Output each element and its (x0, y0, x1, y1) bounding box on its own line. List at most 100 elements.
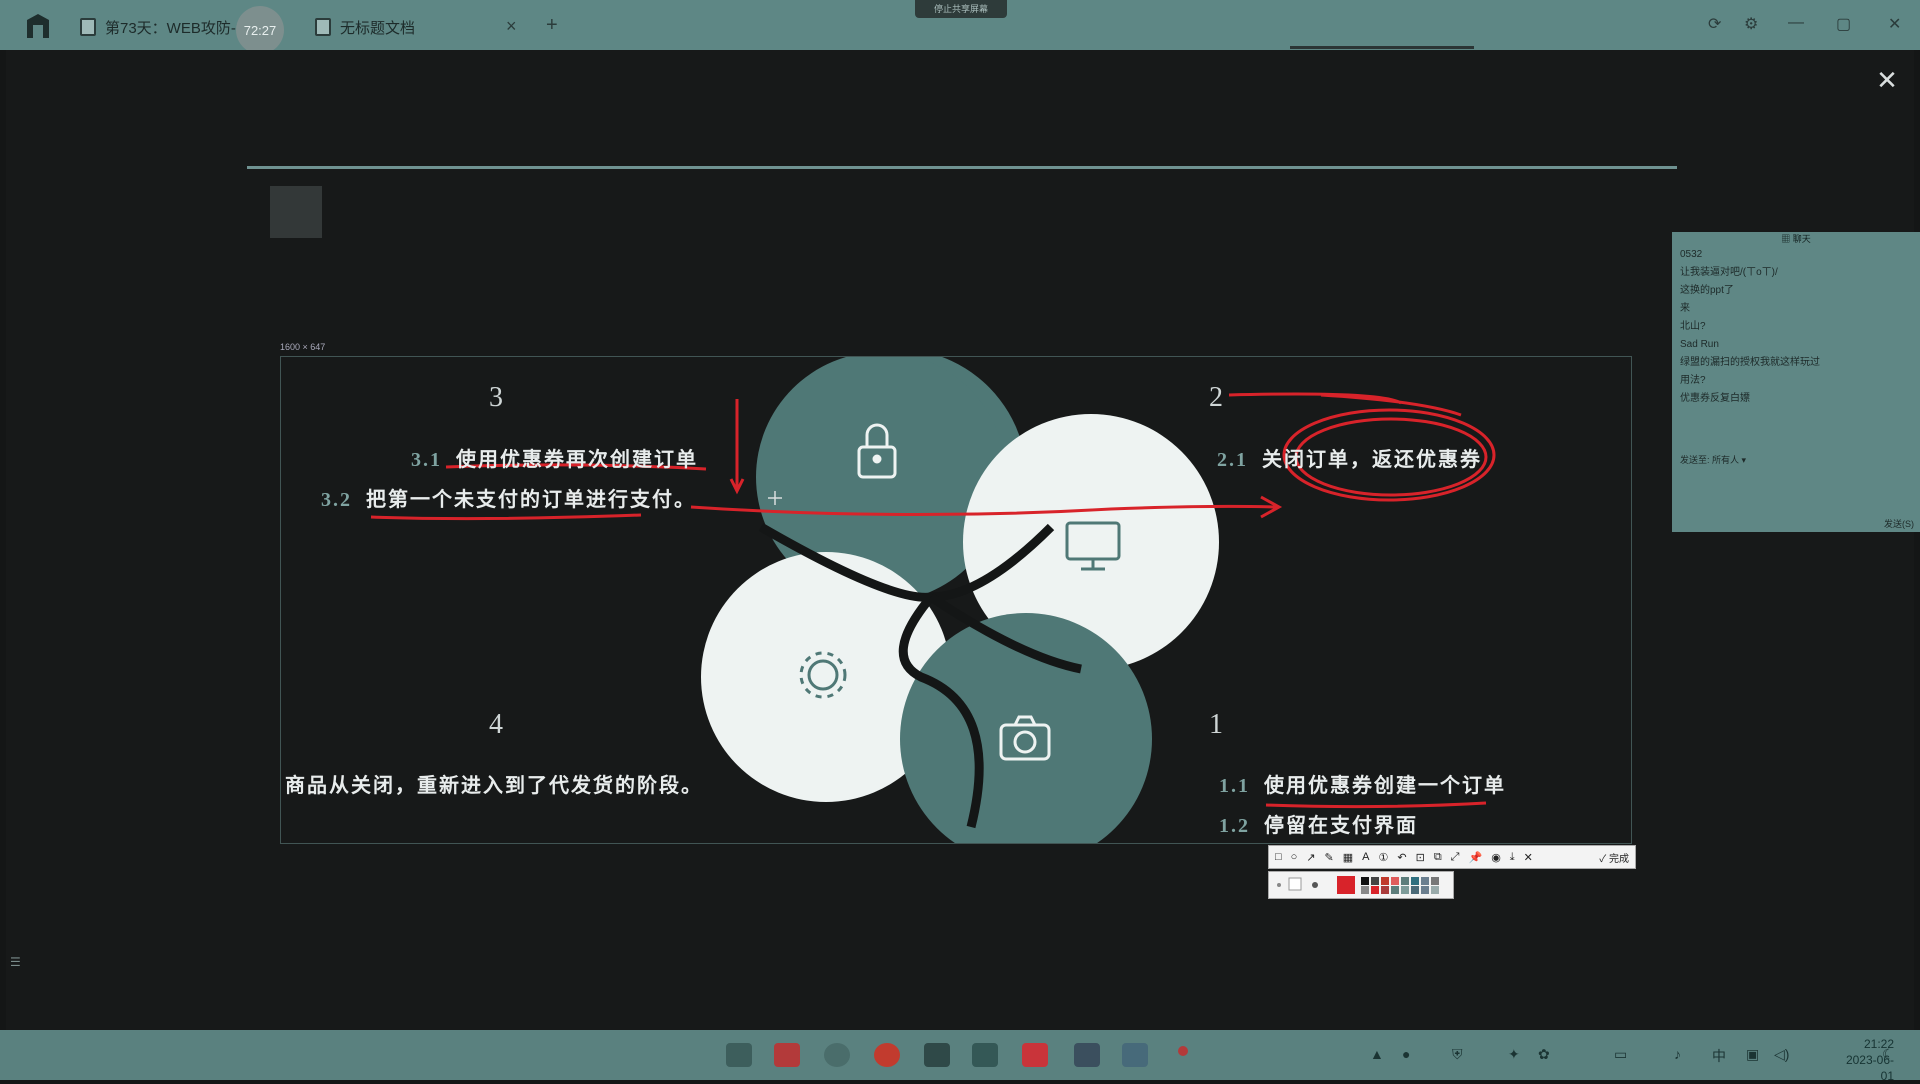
annotation-toolbar: □ ○ ↗ ✎ ▦ A ① ↶ ⊡ ⧉ ⤢ 📌 ◉ ⤓ ✕ ✓ 完成 (1268, 845, 1636, 869)
chat-message: 让我装逼对吧/(ㄒoㄒ)/ (1680, 267, 1778, 278)
tray-app-icon[interactable]: ✿ (1538, 1046, 1550, 1063)
selection-size-label: 1600 × 647 (280, 342, 326, 352)
rectangle-tool-icon[interactable]: □ (1275, 851, 1282, 863)
chat-message: 用法? (1680, 375, 1706, 386)
send-to-value: 所有人 (1712, 455, 1740, 465)
step-item: 1.2 停留在支付界面 (1219, 809, 1418, 838)
settings-icon[interactable]: ⚙ (1744, 14, 1758, 34)
meeting-app-icon[interactable] (972, 1043, 998, 1067)
chat-message: 绿盟的漏扫的授权我就这样玩过 (1680, 357, 1820, 368)
start-menu-icon[interactable] (726, 1043, 752, 1067)
network-icon[interactable]: ▣ (1746, 1046, 1759, 1063)
chrome-app-icon[interactable] (874, 1043, 900, 1067)
tab-untitled-doc[interactable]: 无标题文档 (315, 14, 415, 40)
chat-message: Sad Run (1680, 339, 1719, 350)
microphone-icon[interactable]: ♪ (1674, 1046, 1681, 1062)
step-item-number: 1.1 (1219, 775, 1250, 797)
language-icon[interactable]: 中 (1712, 1046, 1726, 1066)
tab-label: 无标题文档 (340, 19, 416, 37)
chat-message: 北山? (1680, 321, 1706, 332)
step-item-number: 3.1 (411, 449, 442, 471)
slide-thumbnail (270, 186, 322, 238)
tray-app-icon[interactable]: ▲ (1370, 1046, 1384, 1062)
minimize-icon[interactable]: — (1788, 14, 1804, 32)
browser-app-icon[interactable] (824, 1043, 850, 1067)
step-number: 4 (489, 709, 503, 740)
volume-icon[interactable]: ◁) (1774, 1046, 1789, 1063)
translate-icon[interactable]: ⧉ (1434, 851, 1442, 864)
notification-icon[interactable]: ☾ (1882, 1046, 1895, 1063)
step-item-text: 关闭订单，返还优惠券 (1262, 449, 1482, 471)
number-tool-icon[interactable]: ① (1379, 851, 1389, 864)
step-item: 1.1 使用优惠券创建一个订单 (1219, 769, 1506, 798)
record-indicator-icon (1178, 1046, 1188, 1056)
step-item-number: 2.1 (1217, 449, 1248, 471)
viewer-mode-tabs (1290, 46, 1474, 69)
chat-message: 优惠券反复白嫖 (1680, 393, 1750, 404)
ellipse-tool-icon[interactable]: ○ (1291, 851, 1298, 863)
side-menu-icon[interactable]: ☰ (10, 955, 21, 969)
text-tool-icon[interactable]: A (1362, 851, 1369, 863)
tab-bar: 第73天：WEB攻防-3 72:27 无标题文档 × + 停止共享屏幕 ⟳ ⚙ … (0, 0, 1920, 54)
close-viewer-button[interactable]: ✕ (1870, 64, 1904, 98)
slide-header-rule (247, 166, 1677, 169)
document-icon (80, 18, 96, 36)
calendar-app-icon[interactable] (774, 1043, 800, 1067)
tool-app-icon[interactable] (924, 1043, 950, 1067)
tab-course[interactable]: 第73天：WEB攻防-3 (80, 14, 244, 40)
tray-app-icon[interactable]: ● (1402, 1046, 1410, 1062)
step-item: 3.1 使用优惠券再次创建订单 (411, 443, 698, 472)
document-icon (315, 18, 331, 36)
message-icon[interactable]: ▭ (1614, 1046, 1627, 1063)
send-button[interactable]: 发送(S) (1884, 517, 1914, 530)
done-label: 完成 (1609, 853, 1629, 865)
taskbar (0, 1030, 1920, 1080)
shield-icon[interactable]: ⛨ (1452, 1046, 1463, 1063)
stop-share-button[interactable]: 停止共享屏幕 (915, 0, 1007, 18)
download-icon[interactable]: ⤓ (1510, 851, 1515, 864)
step-number: 1 (1209, 709, 1223, 740)
chat-message: 来 (1680, 303, 1690, 314)
done-button[interactable]: ✓ 完成 (1599, 850, 1629, 865)
step-item: 2.1 关闭订单，返还优惠券 (1217, 443, 1482, 472)
chat-panel: ▦ 聊天 0532 让我装逼对吧/(ㄒoㄒ)/ 这换的ppt了 来 北山? Sa… (1672, 232, 1920, 532)
new-tab-button[interactable]: + (546, 14, 558, 37)
long-capture-icon[interactable]: ⤢ (1451, 851, 1460, 864)
undo-icon[interactable]: ↶ (1397, 851, 1406, 864)
ocr-icon[interactable]: ⊡ (1416, 851, 1425, 864)
step-item: 3.2 把第一个未支付的订单进行支付。 (321, 483, 696, 512)
palette-swatches[interactable] (1269, 872, 1453, 898)
step-number: 3 (489, 382, 503, 413)
send-to-selector[interactable]: 发送至: 所有人 ▾ (1680, 453, 1746, 466)
step-item: 商品从关闭，重新进入到了代发货的阶段。 (285, 769, 703, 798)
step-item-text: 把第一个未支付的订单进行支付。 (366, 489, 696, 511)
send-to-label: 发送至: (1680, 455, 1710, 465)
media-app-icon[interactable] (1022, 1043, 1048, 1067)
pin-icon[interactable]: 📌 (1468, 851, 1482, 864)
pen-tool-icon[interactable]: ✎ (1325, 851, 1334, 864)
step-item-number: 3.2 (321, 489, 352, 511)
step-item-text: 使用优惠券再次创建订单 (456, 449, 698, 471)
color-palette (1268, 871, 1454, 899)
mosaic-tool-icon[interactable]: ▦ (1343, 851, 1353, 864)
close-window-icon[interactable]: ✕ (1888, 14, 1901, 34)
arrow-tool-icon[interactable]: ↗ (1306, 851, 1315, 864)
step-item-text: 商品从关闭，重新进入到了代发货的阶段。 (285, 775, 703, 797)
chat-message: 0532 (1680, 249, 1703, 260)
record-icon[interactable]: ◉ (1491, 851, 1501, 864)
tab-label: 第73天：WEB攻防-3 (105, 19, 245, 37)
tray-app-icon[interactable]: ✦ (1508, 1046, 1520, 1063)
cancel-icon[interactable]: ✕ (1524, 851, 1533, 864)
close-tab-icon[interactable]: × (506, 16, 517, 37)
refresh-icon[interactable]: ⟳ (1708, 14, 1721, 34)
step-item-text: 停留在支付界面 (1264, 815, 1418, 837)
recording-timer: 72:27 (236, 6, 284, 54)
chat-message: 这换的ppt了 (1680, 285, 1734, 296)
step-item-number: 1.2 (1219, 815, 1250, 837)
step-item-text: 使用优惠券创建一个订单 (1264, 775, 1506, 797)
chat-app-icon[interactable] (1074, 1043, 1100, 1067)
maximize-icon[interactable]: ▢ (1836, 14, 1851, 34)
slide-canvas: 3 3.1 使用优惠券再次创建订单 3.2 把第一个未支付的订单进行支付。 2 2.… (280, 356, 1632, 844)
editor-app-icon[interactable] (1122, 1043, 1148, 1067)
app-logo-icon[interactable] (24, 12, 52, 40)
